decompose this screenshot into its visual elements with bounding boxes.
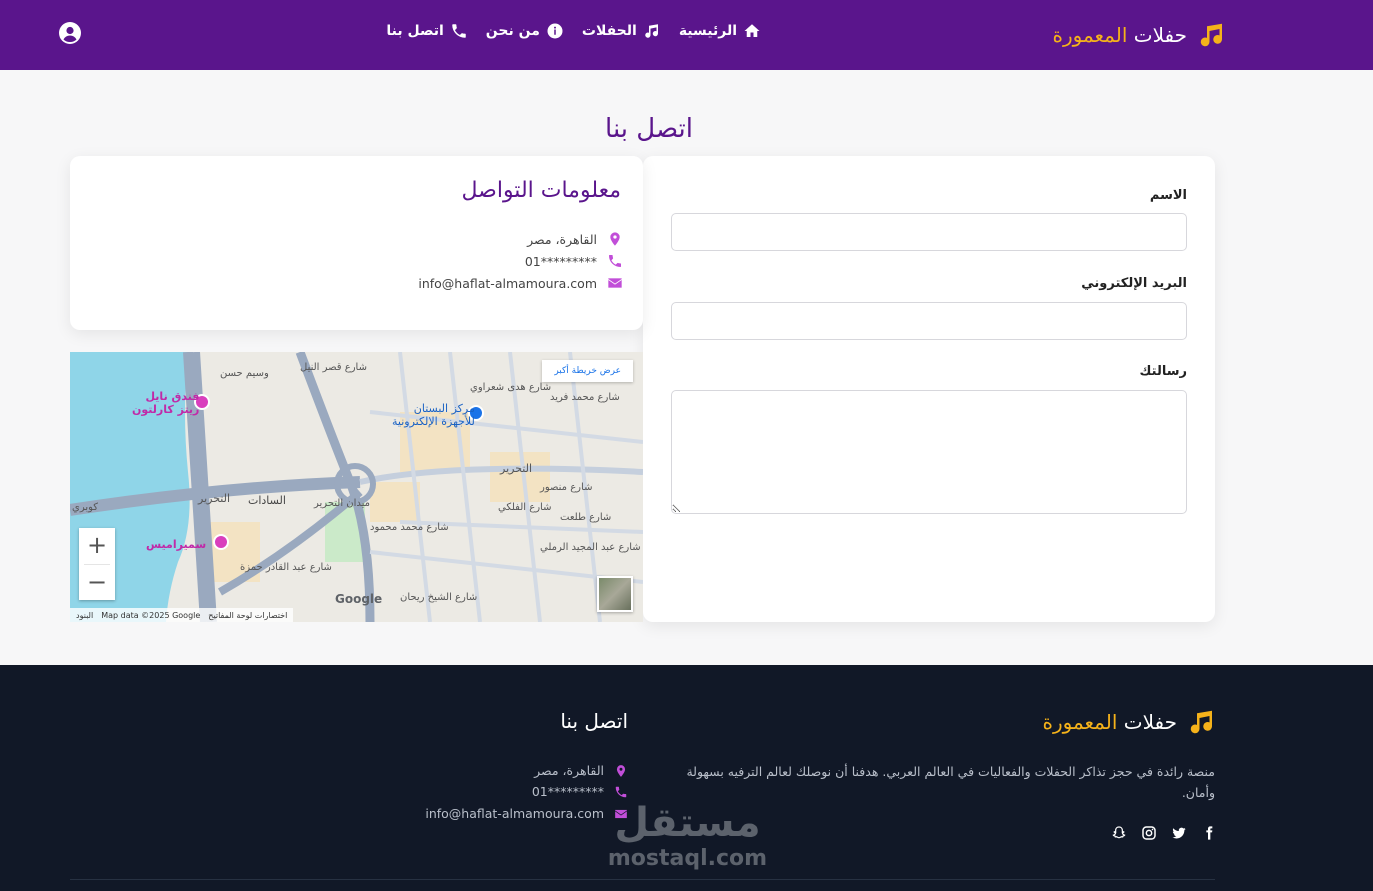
keyboard-shortcuts-link[interactable]: اختصارات لوحة المفاتيح bbox=[208, 611, 287, 620]
google-logo: Google bbox=[335, 592, 383, 606]
footer-description: منصة رائدة في حجز تذاكر الحفلات والفعالي… bbox=[686, 764, 1215, 800]
info-email[interactable]: info@haflat-almamoura.com bbox=[418, 275, 623, 291]
map-attribution: البنود Map data ©2025 Google اختصارات لو… bbox=[70, 608, 294, 622]
phone-icon bbox=[452, 24, 466, 38]
street-label: ميدان التحرير bbox=[314, 498, 371, 509]
contact-form: الاسم البريد الإلكتروني رسالتك bbox=[643, 156, 1215, 622]
facebook-icon[interactable] bbox=[1201, 825, 1217, 841]
zoom-out-button[interactable]: − bbox=[79, 565, 115, 601]
street-label: شارع محمد فريد bbox=[550, 392, 620, 403]
footer-contact-title: اتصل بنا bbox=[560, 709, 628, 733]
page-title: اتصل بنا bbox=[605, 114, 693, 144]
larger-map-button[interactable]: عرض خريطة أكبر bbox=[542, 360, 633, 382]
message-textarea[interactable] bbox=[671, 390, 1187, 514]
music-note-icon bbox=[1190, 710, 1212, 734]
nav-concerts[interactable]: الحفلات bbox=[582, 22, 661, 40]
nav-contact[interactable]: اتصل بنا bbox=[386, 22, 467, 40]
tahrir2-label: التحرير bbox=[198, 492, 231, 505]
street-label: شارع الشيخ ريحان bbox=[400, 592, 478, 603]
street-label: شارع منصور bbox=[540, 482, 593, 493]
info-phone: 01********* bbox=[525, 253, 623, 269]
main-nav: الرئيسية الحفلات من نحن اتصل بنا bbox=[386, 22, 761, 40]
street-label: شارع الفلكي bbox=[498, 502, 552, 513]
street-label: شارع محمد محمود bbox=[370, 522, 449, 533]
social-links bbox=[1111, 825, 1217, 841]
google-map[interactable]: عرض خريطة أكبر فندق نايل ريتز كارلتون مرك… bbox=[70, 352, 643, 622]
hotel2-label: سميراميس bbox=[146, 538, 207, 551]
brand-logo[interactable]: حفلات المعمورة bbox=[1052, 18, 1227, 52]
nav-home[interactable]: الرئيسية bbox=[679, 22, 761, 40]
hotel-label: فندق نايل ريتز كارلتون bbox=[132, 390, 200, 416]
phone-icon bbox=[609, 255, 621, 267]
brand-name: حفلات المعمورة bbox=[1052, 23, 1187, 47]
street-label: شارع هدى شعراوي bbox=[470, 382, 552, 393]
location-pin-icon bbox=[616, 764, 626, 777]
mostaql-watermark: مستقل mostaql.com bbox=[607, 800, 768, 871]
street-label: شارع عبد المجيد الرملي bbox=[540, 542, 641, 553]
footer-brand[interactable]: حفلات المعمورة bbox=[1042, 707, 1217, 737]
nav-about[interactable]: من نحن bbox=[486, 22, 564, 40]
info-address: القاهرة، مصر bbox=[527, 231, 623, 247]
footer-email[interactable]: info@haflat-almamoura.com bbox=[425, 806, 628, 821]
footer-phone: 01********* bbox=[532, 784, 628, 799]
hotel2-pin-icon[interactable] bbox=[213, 534, 229, 550]
footer-address: القاهرة، مصر bbox=[534, 763, 628, 778]
twitter-icon[interactable] bbox=[1171, 825, 1187, 841]
message-label: رسالتك bbox=[1139, 364, 1187, 379]
email-label: البريد الإلكتروني bbox=[1081, 276, 1187, 291]
music-icon bbox=[645, 24, 658, 38]
envelope-icon bbox=[608, 278, 622, 288]
footer-divider bbox=[70, 879, 1215, 880]
phone-icon bbox=[615, 786, 627, 797]
sadat-label: السادات bbox=[248, 494, 286, 507]
street-label: شارع طلعت bbox=[560, 512, 612, 523]
user-circle-icon[interactable] bbox=[58, 21, 82, 45]
tahrir-label: التحرير bbox=[500, 462, 533, 475]
street-label: شارع قصر النيل bbox=[300, 362, 367, 373]
map-zoom-control: + − bbox=[79, 528, 115, 600]
name-input[interactable] bbox=[671, 213, 1187, 251]
home-icon bbox=[744, 24, 760, 37]
contact-info-card: معلومات التواصل القاهرة، مصر 01*********… bbox=[70, 156, 643, 330]
top-navbar: حفلات المعمورة الرئيسية الحفلات من نحن ا… bbox=[0, 0, 1373, 70]
map-data-text: Map data ©2025 Google bbox=[101, 610, 201, 620]
mall-label: مركز البستان للأجهزة الإلكترونية bbox=[392, 402, 475, 428]
email-input[interactable] bbox=[671, 302, 1187, 340]
location-pin-icon bbox=[610, 232, 620, 246]
instagram-icon[interactable] bbox=[1141, 825, 1157, 841]
info-icon bbox=[547, 23, 563, 39]
music-note-icon bbox=[1200, 23, 1222, 47]
street-label: شارع عبد القادر حمزة bbox=[240, 562, 332, 573]
zoom-in-button[interactable]: + bbox=[79, 528, 115, 564]
street-label: كوبري bbox=[72, 502, 99, 513]
contact-info-title: معلومات التواصل bbox=[461, 178, 621, 203]
satellite-toggle[interactable] bbox=[597, 576, 633, 612]
snapchat-icon[interactable] bbox=[1111, 825, 1127, 841]
street-label: وسيم حسن bbox=[220, 368, 269, 379]
terms-link[interactable]: البنود bbox=[76, 611, 93, 620]
name-label: الاسم bbox=[1149, 188, 1187, 203]
